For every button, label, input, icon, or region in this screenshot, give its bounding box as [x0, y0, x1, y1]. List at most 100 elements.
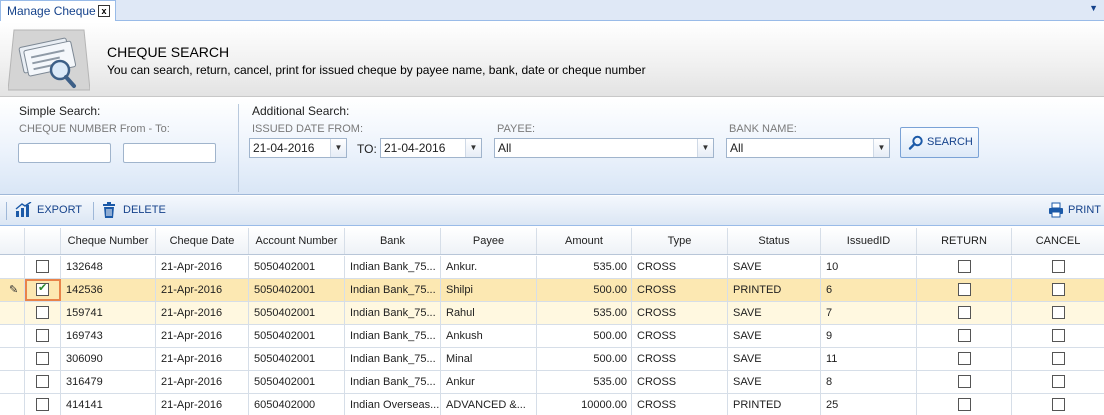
cell-payee[interactable]: Ankush	[441, 325, 537, 347]
cell-status[interactable]: SAVE	[728, 371, 821, 393]
date-to-dropdown-icon[interactable]: ▼	[465, 139, 481, 157]
cell-account-number[interactable]: 5050402001	[249, 279, 345, 301]
cell-type[interactable]: CROSS	[632, 371, 728, 393]
cell-amount[interactable]: 535.00	[537, 302, 632, 324]
cancel-checkbox[interactable]	[1051, 398, 1065, 411]
column-header-payee[interactable]: Payee	[441, 228, 537, 254]
row-select-checkbox-cell[interactable]	[25, 371, 61, 393]
cell-account-number[interactable]: 5050402001	[249, 302, 345, 324]
cell-issued-id[interactable]: 11	[821, 348, 917, 370]
return-checkbox[interactable]	[957, 283, 971, 296]
cell-payee[interactable]: Shilpi	[441, 279, 537, 301]
cell-bank[interactable]: Indian Bank_75...	[345, 302, 441, 324]
cell-account-number[interactable]: 5050402001	[249, 256, 345, 278]
cell-account-number[interactable]: 5050402001	[249, 325, 345, 347]
cell-type[interactable]: CROSS	[632, 325, 728, 347]
row-select-checkbox[interactable]	[36, 352, 49, 365]
row-select-checkbox[interactable]	[36, 329, 49, 342]
table-row[interactable]: 414141 21-Apr-2016 6050402000 Indian Overse…	[0, 394, 1104, 415]
table-row[interactable]: 159741 21-Apr-2016 5050402001 Indian Bank_7…	[0, 302, 1104, 325]
cell-payee[interactable]: ADVANCED &...	[441, 394, 537, 415]
cell-account-number[interactable]: 6050402000	[249, 394, 345, 415]
date-from-picker[interactable]: 21-04-2016 ▼	[249, 138, 347, 158]
search-button[interactable]: SEARCH	[900, 127, 979, 158]
row-select-checkbox-cell[interactable]	[25, 394, 61, 415]
return-checkbox[interactable]	[957, 352, 971, 365]
cell-cheque-date[interactable]: 21-Apr-2016	[156, 325, 249, 347]
cell-status[interactable]: SAVE	[728, 348, 821, 370]
tab-menu-dropdown-icon[interactable]: ▼	[1089, 3, 1098, 13]
cell-bank[interactable]: Indian Bank_75...	[345, 348, 441, 370]
print-button[interactable]: PRINT	[1048, 202, 1102, 220]
row-select-checkbox[interactable]	[36, 398, 49, 411]
cheque-number-from-input[interactable]	[18, 143, 111, 163]
return-checkbox-cell[interactable]	[917, 371, 1012, 393]
cell-issued-id[interactable]: 8	[821, 371, 917, 393]
cancel-checkbox[interactable]	[1051, 352, 1065, 365]
cell-amount[interactable]: 500.00	[537, 279, 632, 301]
delete-button[interactable]: DELETE	[101, 202, 171, 220]
cheque-number-to-input[interactable]	[123, 143, 216, 163]
cell-type[interactable]: CROSS	[632, 302, 728, 324]
row-select-checkbox-cell[interactable]	[25, 279, 61, 301]
row-select-checkbox-cell[interactable]	[25, 302, 61, 324]
return-checkbox[interactable]	[957, 398, 971, 411]
column-header-type[interactable]: Type	[632, 228, 728, 254]
return-checkbox[interactable]	[957, 375, 971, 388]
bank-name-select[interactable]: All ▼	[726, 138, 890, 158]
row-select-checkbox-cell[interactable]	[25, 325, 61, 347]
cancel-checkbox-cell[interactable]	[1012, 348, 1104, 370]
cell-payee[interactable]: Rahul	[441, 302, 537, 324]
cell-issued-id[interactable]: 6	[821, 279, 917, 301]
cell-cheque-number[interactable]: 142536	[61, 279, 156, 301]
cell-issued-id[interactable]: 7	[821, 302, 917, 324]
date-to-picker[interactable]: 21-04-2016 ▼	[380, 138, 482, 158]
column-header-issued-id[interactable]: IssuedID	[821, 228, 917, 254]
return-checkbox-cell[interactable]	[917, 394, 1012, 415]
table-row[interactable]: 169743 21-Apr-2016 5050402001 Indian Bank_7…	[0, 325, 1104, 348]
cell-cheque-date[interactable]: 21-Apr-2016	[156, 256, 249, 278]
cell-cheque-number[interactable]: 169743	[61, 325, 156, 347]
column-header-return[interactable]: RETURN	[917, 228, 1012, 254]
cell-bank[interactable]: Indian Bank_75...	[345, 256, 441, 278]
cell-cheque-date[interactable]: 21-Apr-2016	[156, 348, 249, 370]
cell-cheque-number[interactable]: 414141	[61, 394, 156, 415]
cell-bank[interactable]: Indian Bank_75...	[345, 279, 441, 301]
cell-issued-id[interactable]: 9	[821, 325, 917, 347]
column-header-amount[interactable]: Amount	[537, 228, 632, 254]
tab-close-icon[interactable]: x	[98, 5, 110, 17]
return-checkbox-cell[interactable]	[917, 279, 1012, 301]
return-checkbox-cell[interactable]	[917, 348, 1012, 370]
column-header-status[interactable]: Status	[728, 228, 821, 254]
cell-cheque-date[interactable]: 21-Apr-2016	[156, 371, 249, 393]
row-select-checkbox[interactable]	[36, 260, 49, 273]
cell-issued-id[interactable]: 10	[821, 256, 917, 278]
column-header-bank[interactable]: Bank	[345, 228, 441, 254]
row-select-checkbox-cell[interactable]	[25, 348, 61, 370]
cell-status[interactable]: SAVE	[728, 302, 821, 324]
cell-status[interactable]: PRINTED	[728, 394, 821, 415]
cell-cheque-number[interactable]: 306090	[61, 348, 156, 370]
cell-status[interactable]: PRINTED	[728, 279, 821, 301]
cell-payee[interactable]: Ankur	[441, 371, 537, 393]
export-button[interactable]: EXPORT	[15, 202, 85, 220]
cell-type[interactable]: CROSS	[632, 279, 728, 301]
cell-cheque-date[interactable]: 21-Apr-2016	[156, 394, 249, 415]
cancel-checkbox[interactable]	[1051, 329, 1065, 342]
payee-dropdown-icon[interactable]: ▼	[697, 139, 713, 157]
cell-bank[interactable]: Indian Bank_75...	[345, 371, 441, 393]
bank-name-dropdown-icon[interactable]: ▼	[873, 139, 889, 157]
select-column-header[interactable]	[25, 228, 61, 254]
cell-type[interactable]: CROSS	[632, 394, 728, 415]
cell-status[interactable]: SAVE	[728, 325, 821, 347]
row-select-checkbox[interactable]	[36, 306, 49, 319]
cancel-checkbox-cell[interactable]	[1012, 325, 1104, 347]
cancel-checkbox-cell[interactable]	[1012, 394, 1104, 415]
cell-issued-id[interactable]: 25	[821, 394, 917, 415]
cell-amount[interactable]: 535.00	[537, 371, 632, 393]
cancel-checkbox[interactable]	[1051, 375, 1065, 388]
table-row[interactable]: 132648 21-Apr-2016 5050402001 Indian Bank_7…	[0, 256, 1104, 279]
cell-cheque-number[interactable]: 159741	[61, 302, 156, 324]
cell-type[interactable]: CROSS	[632, 256, 728, 278]
column-header-account-number[interactable]: Account Number	[249, 228, 345, 254]
